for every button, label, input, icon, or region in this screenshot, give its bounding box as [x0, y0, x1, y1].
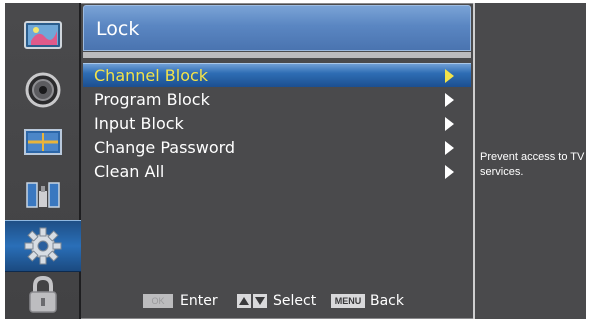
sidebar-item-setup[interactable]	[5, 220, 81, 272]
chevron-right-icon	[445, 141, 454, 155]
picture-icon	[24, 21, 62, 49]
sidebar-item-lock[interactable]	[5, 269, 81, 321]
tv-channel-icon	[24, 129, 62, 155]
menu-item-label: Change Password	[94, 138, 236, 157]
menu-item-program-block[interactable]: Program Block	[83, 88, 471, 112]
sidebar-item-channel[interactable]	[5, 116, 81, 168]
menu-item-label: Clean All	[94, 162, 165, 181]
enter-hint-label: Enter	[180, 293, 218, 309]
sidebar-item-sound[interactable]	[5, 64, 81, 116]
menu-item-label: Program Block	[94, 90, 210, 109]
lock-menu-list: Channel Block Program Block Input Block …	[83, 60, 471, 290]
chevron-right-icon	[445, 165, 454, 179]
back-hint-label: Back	[370, 293, 404, 309]
chevron-right-icon	[445, 93, 454, 107]
chevron-right-icon	[445, 117, 454, 131]
menu-item-clean-all[interactable]: Clean All	[83, 160, 471, 184]
select-hint-label: Select	[273, 293, 317, 309]
menu-key-icon: MENU	[331, 294, 365, 308]
help-text: Prevent access to TV services.	[480, 151, 585, 178]
help-pane: Prevent access to TV services.	[473, 3, 586, 319]
page-title: Lock	[96, 18, 140, 40]
menu-item-label: Channel Block	[94, 66, 209, 85]
category-sidebar	[5, 3, 81, 319]
arrow-up-key-icon	[237, 294, 251, 308]
menu-item-channel-block[interactable]: Channel Block	[83, 63, 471, 87]
ok-key-icon: OK	[143, 294, 173, 308]
chevron-right-icon	[445, 69, 454, 83]
menu-header: Lock	[83, 5, 471, 51]
menu-item-change-password[interactable]: Change Password	[83, 136, 471, 160]
sidebar-item-input[interactable]	[5, 168, 81, 220]
gear-icon	[24, 227, 62, 265]
lock-icon	[29, 275, 57, 313]
menu-item-input-block[interactable]: Input Block	[83, 112, 471, 136]
speaker-icon	[25, 72, 61, 108]
header-divider	[83, 52, 471, 58]
sidebar-item-picture[interactable]	[5, 9, 81, 61]
input-icon	[26, 182, 60, 208]
key-hints-bar: OK Enter Select MENU Back	[83, 290, 471, 314]
menu-item-label: Input Block	[94, 114, 184, 133]
arrow-down-key-icon	[253, 294, 267, 308]
